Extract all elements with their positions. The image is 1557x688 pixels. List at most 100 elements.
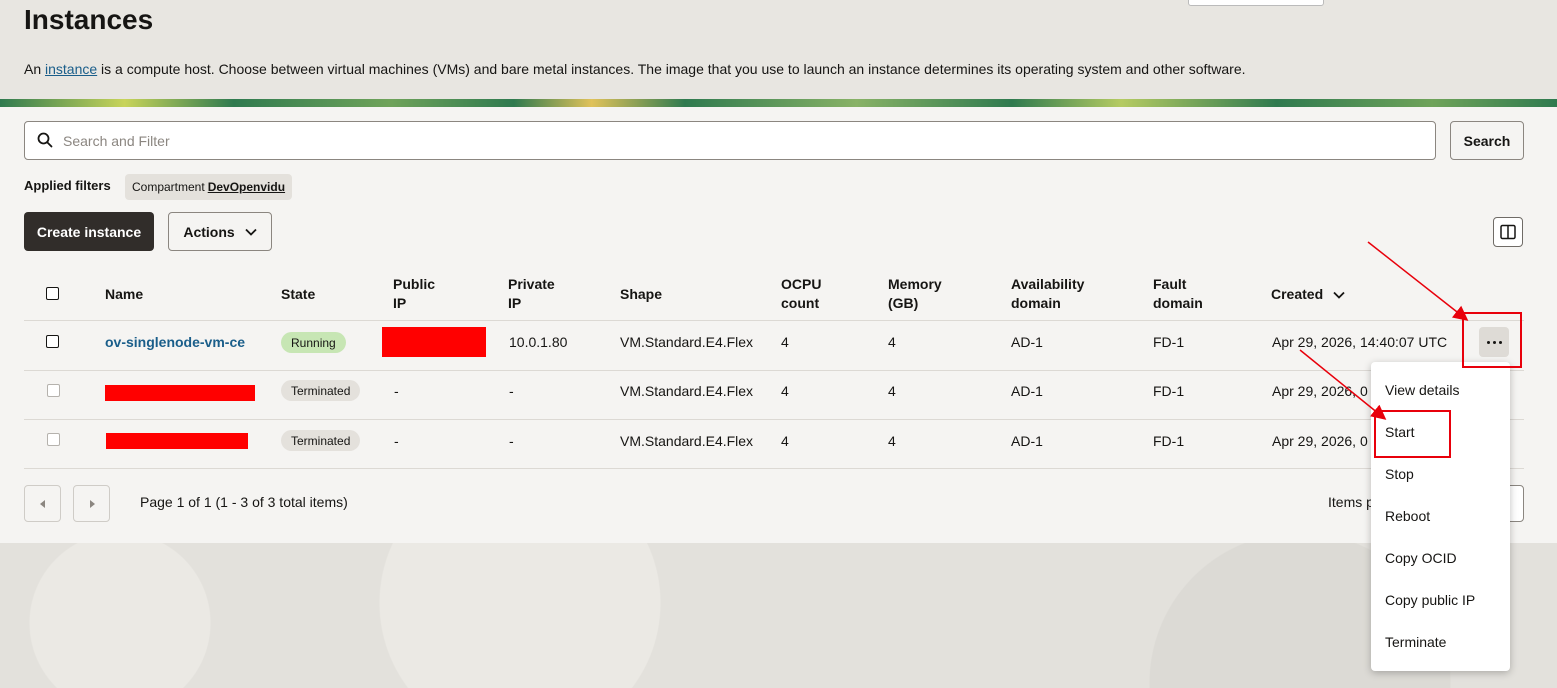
created-header-label: Created bbox=[1271, 286, 1324, 302]
items-per-page-label: Items p bbox=[1328, 494, 1374, 510]
menu-item-terminate[interactable]: Terminate bbox=[1385, 634, 1446, 650]
header-line: Public bbox=[393, 276, 436, 292]
header-line: Fault bbox=[1153, 276, 1187, 292]
filter-chip-value[interactable]: DevOpenvidu bbox=[208, 180, 285, 194]
next-page-button[interactable] bbox=[73, 485, 110, 522]
created-cell: Apr 29, 2026, 14:40:07 UTC bbox=[1272, 334, 1448, 350]
actions-dropdown-button[interactable]: Actions bbox=[168, 212, 272, 251]
chevron-down-icon bbox=[245, 228, 257, 236]
previous-page-button[interactable] bbox=[24, 485, 61, 522]
created-cell: Apr 29, 2026, 0 bbox=[1272, 433, 1368, 449]
actions-label: Actions bbox=[183, 223, 235, 240]
column-settings-button[interactable] bbox=[1493, 217, 1523, 247]
redacted-public-ip bbox=[382, 327, 486, 357]
fault-domain-cell: FD-1 bbox=[1153, 383, 1185, 399]
column-header-private-ip[interactable]: Private IP bbox=[508, 275, 555, 313]
compartment-filter-chip[interactable]: Compartment DevOpenvidu bbox=[125, 174, 293, 200]
annotation-highlight-start bbox=[1374, 410, 1451, 458]
column-header-memory[interactable]: Memory (GB) bbox=[888, 275, 942, 313]
row-divider bbox=[24, 419, 1524, 420]
chevron-left-icon bbox=[39, 499, 45, 508]
header-line: Availability bbox=[1011, 276, 1085, 292]
private-ip-cell: - bbox=[509, 383, 514, 399]
header-line: domain bbox=[1011, 295, 1061, 311]
header-line: domain bbox=[1153, 295, 1203, 311]
private-ip-cell: - bbox=[509, 433, 514, 449]
shape-cell: VM.Standard.E4.Flex bbox=[620, 383, 754, 399]
pagination-info: Page 1 of 1 (1 - 3 of 3 total items) bbox=[140, 494, 348, 510]
page-description: An instance is a compute host. Choose be… bbox=[24, 61, 1246, 77]
column-header-name[interactable]: Name bbox=[105, 285, 143, 304]
header-line: IP bbox=[508, 295, 522, 311]
instance-doc-link[interactable]: instance bbox=[45, 61, 97, 77]
menu-item-copy-ocid[interactable]: Copy OCID bbox=[1385, 550, 1457, 566]
status-badge: Running bbox=[281, 332, 346, 353]
search-input[interactable] bbox=[63, 122, 1423, 159]
public-ip-cell: - bbox=[394, 433, 399, 449]
ocpu-cell: 4 bbox=[781, 334, 789, 350]
memory-cell: 4 bbox=[888, 433, 896, 449]
status-badge: Terminated bbox=[281, 430, 361, 451]
column-header-created[interactable]: Created bbox=[1271, 285, 1345, 304]
menu-item-stop[interactable]: Stop bbox=[1385, 466, 1414, 482]
column-header-availability-domain[interactable]: Availability domain bbox=[1011, 275, 1084, 313]
filter-chip-key: Compartment bbox=[132, 180, 205, 194]
header-line: Private bbox=[508, 276, 555, 292]
create-instance-button[interactable]: Create instance bbox=[24, 212, 154, 251]
row-actions-menu: View details Start Stop Reboot Copy OCID… bbox=[1371, 362, 1510, 671]
row-checkbox[interactable] bbox=[47, 433, 60, 446]
search-icon bbox=[37, 132, 53, 148]
chevron-right-icon bbox=[89, 499, 95, 508]
created-cell: Apr 29, 2026, 0 bbox=[1272, 383, 1368, 399]
private-ip-cell: 10.0.1.80 bbox=[509, 334, 568, 350]
page-title: Instances bbox=[24, 4, 154, 35]
column-header-ocpu[interactable]: OCPU count bbox=[781, 275, 821, 313]
search-button[interactable]: Search bbox=[1450, 121, 1524, 160]
menu-item-copy-public-ip[interactable]: Copy public IP bbox=[1385, 592, 1475, 608]
redacted-instance-name bbox=[106, 433, 248, 449]
availability-domain-cell: AD-1 bbox=[1011, 433, 1043, 449]
shape-cell: VM.Standard.E4.Flex bbox=[620, 433, 754, 449]
column-header-state[interactable]: State bbox=[281, 285, 315, 304]
instance-name-link[interactable]: ov-singlenode-vm-ce bbox=[105, 333, 245, 352]
availability-domain-cell: AD-1 bbox=[1011, 383, 1043, 399]
row-checkbox[interactable] bbox=[47, 384, 60, 397]
header-line: (GB) bbox=[888, 295, 919, 311]
column-header-fault-domain[interactable]: Fault domain bbox=[1153, 275, 1203, 313]
annotation-highlight-actions bbox=[1462, 312, 1522, 368]
ocpu-cell: 4 bbox=[781, 383, 789, 399]
availability-domain-cell: AD-1 bbox=[1011, 334, 1043, 350]
status-badge: Terminated bbox=[281, 380, 361, 401]
row-divider bbox=[24, 370, 1524, 371]
menu-item-view-details[interactable]: View details bbox=[1385, 382, 1459, 398]
header-line: IP bbox=[393, 295, 407, 311]
columns-icon bbox=[1500, 224, 1516, 240]
column-header-shape[interactable]: Shape bbox=[620, 285, 662, 304]
row-divider bbox=[24, 468, 1524, 469]
shape-cell: VM.Standard.E4.Flex bbox=[620, 334, 754, 350]
memory-cell: 4 bbox=[888, 334, 896, 350]
description-prefix: An bbox=[24, 61, 46, 77]
column-header-public-ip[interactable]: Public IP bbox=[393, 275, 435, 313]
fault-domain-cell: FD-1 bbox=[1153, 334, 1185, 350]
fault-domain-cell: FD-1 bbox=[1153, 433, 1185, 449]
header-line: Memory bbox=[888, 276, 942, 292]
public-ip-cell: - bbox=[394, 383, 399, 399]
redacted-instance-name bbox=[105, 385, 255, 401]
page-header: Instances An instance is a compute host.… bbox=[0, 0, 1557, 99]
applied-filters-label: Applied filters bbox=[24, 178, 111, 193]
search-box[interactable] bbox=[24, 121, 1436, 160]
decorative-banner bbox=[0, 99, 1557, 107]
tooltip-fragment bbox=[1188, 0, 1324, 6]
header-line: count bbox=[781, 295, 820, 311]
menu-item-reboot[interactable]: Reboot bbox=[1385, 508, 1430, 524]
header-line: OCPU bbox=[781, 276, 822, 292]
select-all-checkbox[interactable] bbox=[46, 287, 59, 300]
row-checkbox[interactable] bbox=[46, 335, 59, 348]
ocpu-cell: 4 bbox=[781, 433, 789, 449]
background-pattern bbox=[0, 543, 1557, 688]
sort-descending-icon[interactable] bbox=[1333, 291, 1345, 299]
description-suffix: is a compute host. Choose between virtua… bbox=[97, 61, 1246, 77]
memory-cell: 4 bbox=[888, 383, 896, 399]
row-divider bbox=[24, 320, 1524, 321]
